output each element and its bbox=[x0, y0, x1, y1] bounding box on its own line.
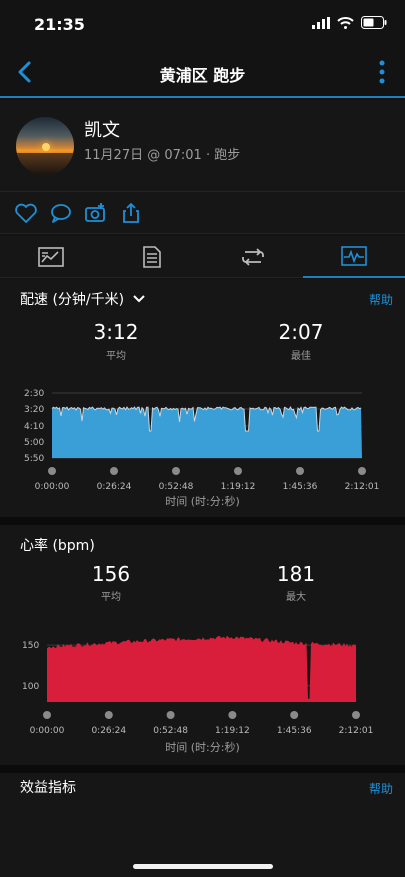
repeat-icon bbox=[241, 248, 264, 266]
status-time: 21:35 bbox=[34, 15, 85, 34]
hr-x-tick-dot bbox=[43, 711, 51, 719]
hr-x-tick: 0:26:24 bbox=[91, 726, 126, 736]
add-photo-icon[interactable] bbox=[84, 202, 108, 224]
hr-max-value: 181 bbox=[276, 562, 316, 586]
pace-x-tick: 0:26:24 bbox=[97, 482, 132, 492]
pace-avg-value: 3:12 bbox=[93, 320, 139, 344]
chevron-down-icon bbox=[132, 295, 145, 303]
tab-details[interactable] bbox=[101, 236, 202, 278]
pace-best-label: 最佳 bbox=[291, 351, 311, 362]
avatar[interactable] bbox=[16, 117, 74, 175]
home-indicator[interactable] bbox=[133, 864, 273, 869]
signal-icon bbox=[312, 16, 330, 29]
pace-x-tick-dot bbox=[296, 467, 304, 475]
user-name[interactable]: 凯文 bbox=[84, 116, 120, 142]
comment-icon[interactable] bbox=[49, 202, 73, 224]
heart-rate-chart: 150 100 0:00:00 0:26:24 0:52:48 1:19:12 1:45:… bbox=[22, 635, 374, 736]
pace-y-tick: 2:30 bbox=[24, 389, 44, 399]
nav-bar: 黄浦区 跑步 bbox=[0, 48, 405, 98]
pace-x-tick: 0:52:48 bbox=[159, 482, 194, 492]
share-icon[interactable] bbox=[119, 202, 143, 224]
page-title: 黄浦区 跑步 bbox=[159, 66, 246, 85]
hr-x-tick: 1:19:12 bbox=[215, 726, 250, 736]
pace-x-tick-dot bbox=[48, 467, 56, 475]
pace-y-tick: 5:00 bbox=[24, 438, 44, 448]
tab-overview[interactable] bbox=[0, 236, 101, 278]
hr-x-tick: 0:52:48 bbox=[153, 726, 188, 736]
more-options-icon[interactable] bbox=[377, 59, 387, 85]
pace-x-tick: 1:45:36 bbox=[283, 482, 318, 492]
battery-icon bbox=[361, 16, 387, 29]
pace-help-link[interactable]: 帮助 bbox=[369, 291, 393, 308]
hr-y-tick: 150 bbox=[22, 641, 39, 651]
hr-x-tick: 1:45:36 bbox=[277, 726, 312, 736]
benefit-help-link[interactable]: 帮助 bbox=[369, 780, 393, 797]
pace-title: 配速 (分钟/千米) bbox=[20, 292, 125, 308]
tab-charts[interactable] bbox=[303, 236, 405, 278]
heart-rate-title: 心率 (bpm) bbox=[20, 538, 95, 554]
hr-x-tick-dot bbox=[166, 711, 175, 719]
tab-laps[interactable] bbox=[202, 236, 303, 278]
hr-x-tick: 0:00:00 bbox=[30, 726, 65, 736]
pace-metric-selector[interactable]: 配速 (分钟/千米) bbox=[20, 289, 145, 309]
pace-y-tick: 5:50 bbox=[24, 454, 44, 464]
hr-avg-label: 平均 bbox=[101, 592, 121, 603]
document-icon bbox=[142, 246, 161, 268]
hr-x-caption: 时间 (时:分:秒) bbox=[165, 741, 240, 754]
hr-avg-value: 156 bbox=[91, 562, 131, 586]
activity-meta: 11月27日 @ 07:01 · 跑步 bbox=[84, 148, 241, 163]
status-icons bbox=[312, 16, 387, 29]
pace-x-tick: 0:00:00 bbox=[35, 482, 70, 492]
overview-chart-icon bbox=[37, 247, 64, 267]
hr-max-label: 最大 bbox=[286, 592, 306, 603]
hr-x-tick-dot bbox=[352, 711, 360, 719]
hr-x-tick: 2:12:01 bbox=[339, 726, 374, 736]
pace-x-tick-dot bbox=[172, 467, 180, 475]
pace-chart: 2:30 3:20 4:10 5:00 5:50 0:00:00 0:26:24 0:52:… bbox=[24, 389, 380, 492]
pace-x-tick: 1:19:12 bbox=[221, 482, 256, 492]
hr-x-tick-dot bbox=[228, 711, 237, 719]
hr-x-tick-dot bbox=[290, 711, 299, 719]
pace-best-value: 2:07 bbox=[278, 320, 324, 344]
status-bar: 21:35 bbox=[0, 0, 405, 48]
hr-x-tick-dot bbox=[104, 711, 113, 719]
pace-avg-label: 平均 bbox=[106, 351, 126, 362]
pace-area-series bbox=[52, 407, 362, 458]
pace-y-tick: 3:20 bbox=[24, 405, 44, 415]
pace-x-tick-dot bbox=[110, 467, 118, 475]
pace-x-tick: 2:12:01 bbox=[345, 482, 380, 492]
benefit-title: 效益指标 bbox=[20, 780, 76, 796]
hr-y-tick: 100 bbox=[22, 682, 39, 692]
like-heart-icon[interactable] bbox=[14, 202, 38, 224]
wifi-icon bbox=[337, 16, 354, 29]
action-bar bbox=[0, 192, 405, 234]
activity-tabs bbox=[0, 236, 405, 278]
pace-x-tick-dot bbox=[358, 467, 366, 475]
chart-pulse-icon bbox=[341, 246, 367, 266]
pace-x-tick-dot bbox=[234, 467, 242, 475]
pace-x-caption: 时间 (时:分:秒) bbox=[165, 495, 240, 508]
pace-y-tick: 4:10 bbox=[24, 422, 44, 432]
